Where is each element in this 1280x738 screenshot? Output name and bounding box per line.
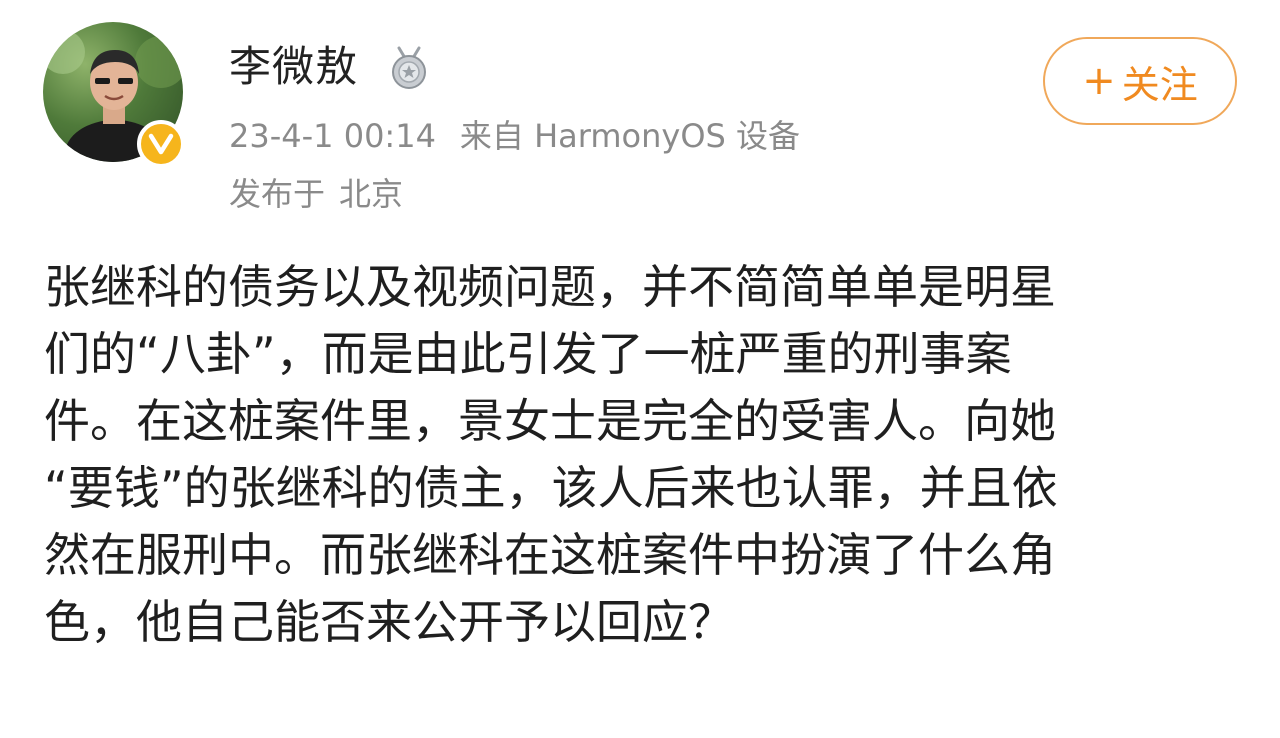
post-meta: 23-4-1 00:14 来自 HarmonyOS 设备 (229, 114, 800, 158)
post-text-line: 件。在这桩案件里，景女士是完全的受害人。向她 (44, 394, 1056, 448)
location-name: 北京 (339, 175, 404, 213)
medal-icon[interactable] (387, 46, 431, 90)
follow-button[interactable]: + 关注 (1043, 37, 1237, 125)
username[interactable]: 李微敖 (229, 40, 358, 94)
plus-icon: + (1082, 58, 1116, 104)
post-text-line: 张继科的债务以及视频问题，并不简简单单是明星 (44, 260, 1056, 314)
post-text-line: 然在服刑中。而张继科在这桩案件中扮演了什么角 (44, 528, 1056, 582)
weibo-post: 李微敖 23-4-1 00:14 来自 HarmonyOS 设备 发布于 北京 + … (0, 0, 1280, 738)
location-prefix: 发布于 (229, 175, 326, 213)
post-source: 来自 HarmonyOS 设备 (459, 117, 801, 155)
post-time[interactable]: 23-4-1 00:14 (229, 117, 436, 155)
post-text-line: 色，他自己能否来公开予以回应？ (44, 595, 734, 649)
verified-badge-icon (137, 120, 185, 168)
post-text: 张继科的债务以及视频问题，并不简简单单是明星 们的“八卦”，而是由此引发了一桩严… (44, 254, 1244, 656)
follow-label: 关注 (1121, 62, 1198, 107)
post-text-line: 们的“八卦”，而是由此引发了一桩严重的刑事案 (44, 327, 1012, 381)
post-location: 发布于 北京 (229, 172, 403, 216)
post-text-line: “要钱”的张继科的债主，该人后来也认罪，并且依 (44, 461, 1058, 515)
